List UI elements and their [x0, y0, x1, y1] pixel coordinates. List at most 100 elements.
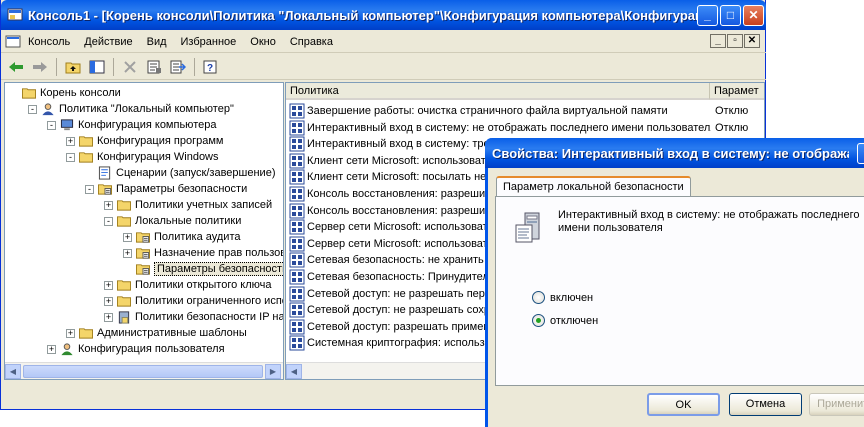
up-level-button[interactable]: [62, 56, 84, 78]
expand-icon[interactable]: +: [104, 200, 113, 210]
expand-icon[interactable]: +: [66, 328, 75, 338]
policy-setting-icon: [289, 252, 305, 268]
folder-up-icon: [65, 62, 81, 73]
ok-button[interactable]: OK: [647, 393, 720, 416]
tree-node[interactable]: - Конфигурация компьютера: [47, 117, 216, 133]
tree-node-label: Конфигурация пользователя: [78, 343, 225, 355]
expand-icon[interactable]: +: [104, 312, 113, 322]
show-hide-tree-button[interactable]: [86, 56, 108, 78]
policy-name: Завершение работы: очистка страничного ф…: [307, 105, 668, 117]
list-item[interactable]: Интерактивный вход в систему: не отображ…: [286, 120, 764, 136]
tree-node[interactable]: + Политики ограниченного использования пр…: [104, 293, 283, 309]
delete-button[interactable]: [119, 56, 141, 78]
mmc-title: Консоль1 - [Корень консоли\Политика "Лок…: [28, 7, 697, 23]
document-window-icon[interactable]: [5, 34, 21, 50]
tree-node-label: Конфигурация программ: [97, 135, 224, 147]
radio-enabled[interactable]: включен: [532, 291, 593, 304]
maximize-icon: □: [726, 8, 735, 22]
tree-node-label: Конфигурация компьютера: [78, 119, 217, 131]
folder-icon: [117, 280, 131, 291]
mmc-titlebar[interactable]: Консоль1 - [Корень консоли\Политика "Лок…: [1, 0, 766, 30]
tree-node[interactable]: + Конфигурация пользователя: [47, 341, 225, 357]
menu-console[interactable]: Консоль: [21, 32, 77, 52]
toolbar-separator: [56, 57, 57, 76]
tree-node[interactable]: Корень консоли: [9, 85, 121, 101]
maximize-button[interactable]: □: [720, 4, 741, 26]
menu-favorites[interactable]: Избранное: [174, 32, 244, 52]
tree-node-label: Сценарии (запуск/завершение): [116, 167, 276, 179]
tree-node[interactable]: - Параметры безопасности: [85, 181, 247, 197]
export-list-icon: [170, 60, 186, 73]
expand-icon[interactable]: +: [123, 248, 132, 258]
tree-node[interactable]: + Политики открытого ключа: [104, 277, 271, 293]
tree-hscrollbar[interactable]: ◀ ▶: [5, 362, 283, 379]
expand-icon[interactable]: +: [66, 136, 75, 146]
tree-node[interactable]: + Политики учетных записей: [104, 197, 272, 213]
expand-icon[interactable]: +: [47, 344, 56, 354]
dialog-help-button[interactable]: ?: [857, 142, 864, 164]
delete-icon: [124, 60, 136, 73]
expand-icon[interactable]: +: [123, 232, 132, 242]
expand-icon[interactable]: +: [104, 296, 113, 306]
tree-node[interactable]: - Локальные политики: [104, 213, 241, 229]
forward-arrow-icon: [33, 61, 47, 72]
tree-node[interactable]: + Политики безопасности IP на "Локальный …: [104, 309, 283, 325]
scroll-left-icon[interactable]: ◀: [286, 363, 302, 379]
tab-local-security-setting[interactable]: Параметр локальной безопасности: [496, 176, 691, 197]
help-button[interactable]: ?: [200, 56, 222, 78]
collapse-icon[interactable]: -: [28, 104, 37, 114]
list-item[interactable]: Завершение работы: очистка страничного ф…: [286, 103, 764, 119]
policy-setting-icon: [289, 286, 305, 302]
folder-icon: [79, 328, 93, 339]
scroll-right-icon[interactable]: ▶: [265, 363, 281, 379]
radio-circle[interactable]: [532, 291, 545, 304]
tree-node[interactable]: + Административные шаблоны: [66, 325, 247, 341]
column-header-policy[interactable]: Политика: [286, 83, 710, 100]
mdi-minimize-button[interactable]: _: [710, 34, 726, 48]
scroll-thumb[interactable]: [23, 364, 263, 378]
column-header-setting[interactable]: Парамет: [710, 83, 764, 100]
close-button[interactable]: ✕: [743, 4, 764, 26]
menu-help[interactable]: Справка: [283, 32, 340, 52]
collapse-icon[interactable]: -: [47, 120, 56, 130]
apply-button[interactable]: Применить: [809, 393, 864, 416]
tree-node-label: Политики открытого ключа: [135, 279, 272, 291]
tree-node-label: Локальные политики: [135, 215, 242, 227]
ip-security-icon: [118, 311, 130, 324]
radio-disabled[interactable]: отключен: [532, 314, 598, 327]
menu-view[interactable]: Вид: [140, 32, 174, 52]
back-button[interactable]: [5, 56, 27, 78]
radio-enabled-label: включен: [550, 291, 594, 304]
expand-icon[interactable]: +: [104, 280, 113, 290]
radio-disabled-label: отключен: [550, 314, 599, 327]
policy-setting-value: Отклю: [715, 105, 749, 117]
radio-circle[interactable]: [532, 314, 545, 327]
properties-button[interactable]: [143, 56, 165, 78]
tree-node[interactable]: + Политика аудита: [123, 229, 240, 245]
tree-node[interactable]: - Политика "Локальный компьютер": [28, 101, 234, 117]
toolbar-separator: [194, 57, 195, 76]
export-list-button[interactable]: [167, 56, 189, 78]
minimize-button[interactable]: _: [697, 4, 718, 26]
menu-action[interactable]: Действие: [77, 32, 139, 52]
properties-icon: [147, 60, 161, 73]
collapse-icon[interactable]: -: [66, 152, 75, 162]
tab-panel: Интерактивный вход в систему: не отображ…: [495, 196, 864, 386]
tree-node[interactable]: + Назначение прав пользователя: [123, 245, 283, 261]
console-tree[interactable]: Корень консоли - Политика "Локальный компь…: [4, 82, 284, 380]
forward-button[interactable]: [29, 56, 51, 78]
collapse-icon[interactable]: -: [85, 184, 94, 194]
tree-node[interactable]: - Конфигурация Windows: [66, 149, 219, 165]
help-icon: ?: [203, 60, 217, 74]
cancel-button[interactable]: Отмена: [729, 393, 802, 416]
folder-icon: [117, 296, 131, 307]
dialog-titlebar[interactable]: Свойства: Интерактивный вход в систему: …: [485, 138, 864, 168]
mdi-close-button[interactable]: ✕: [744, 34, 760, 48]
scroll-left-icon[interactable]: ◀: [5, 363, 21, 379]
mdi-restore-button[interactable]: ▫: [727, 34, 743, 48]
collapse-icon[interactable]: -: [104, 216, 113, 226]
tree-node[interactable]: Параметры безопасности: [123, 261, 283, 277]
tree-node[interactable]: + Конфигурация программ: [66, 133, 223, 149]
tree-node[interactable]: Сценарии (запуск/завершение): [85, 165, 275, 181]
menu-window[interactable]: Окно: [243, 32, 283, 52]
